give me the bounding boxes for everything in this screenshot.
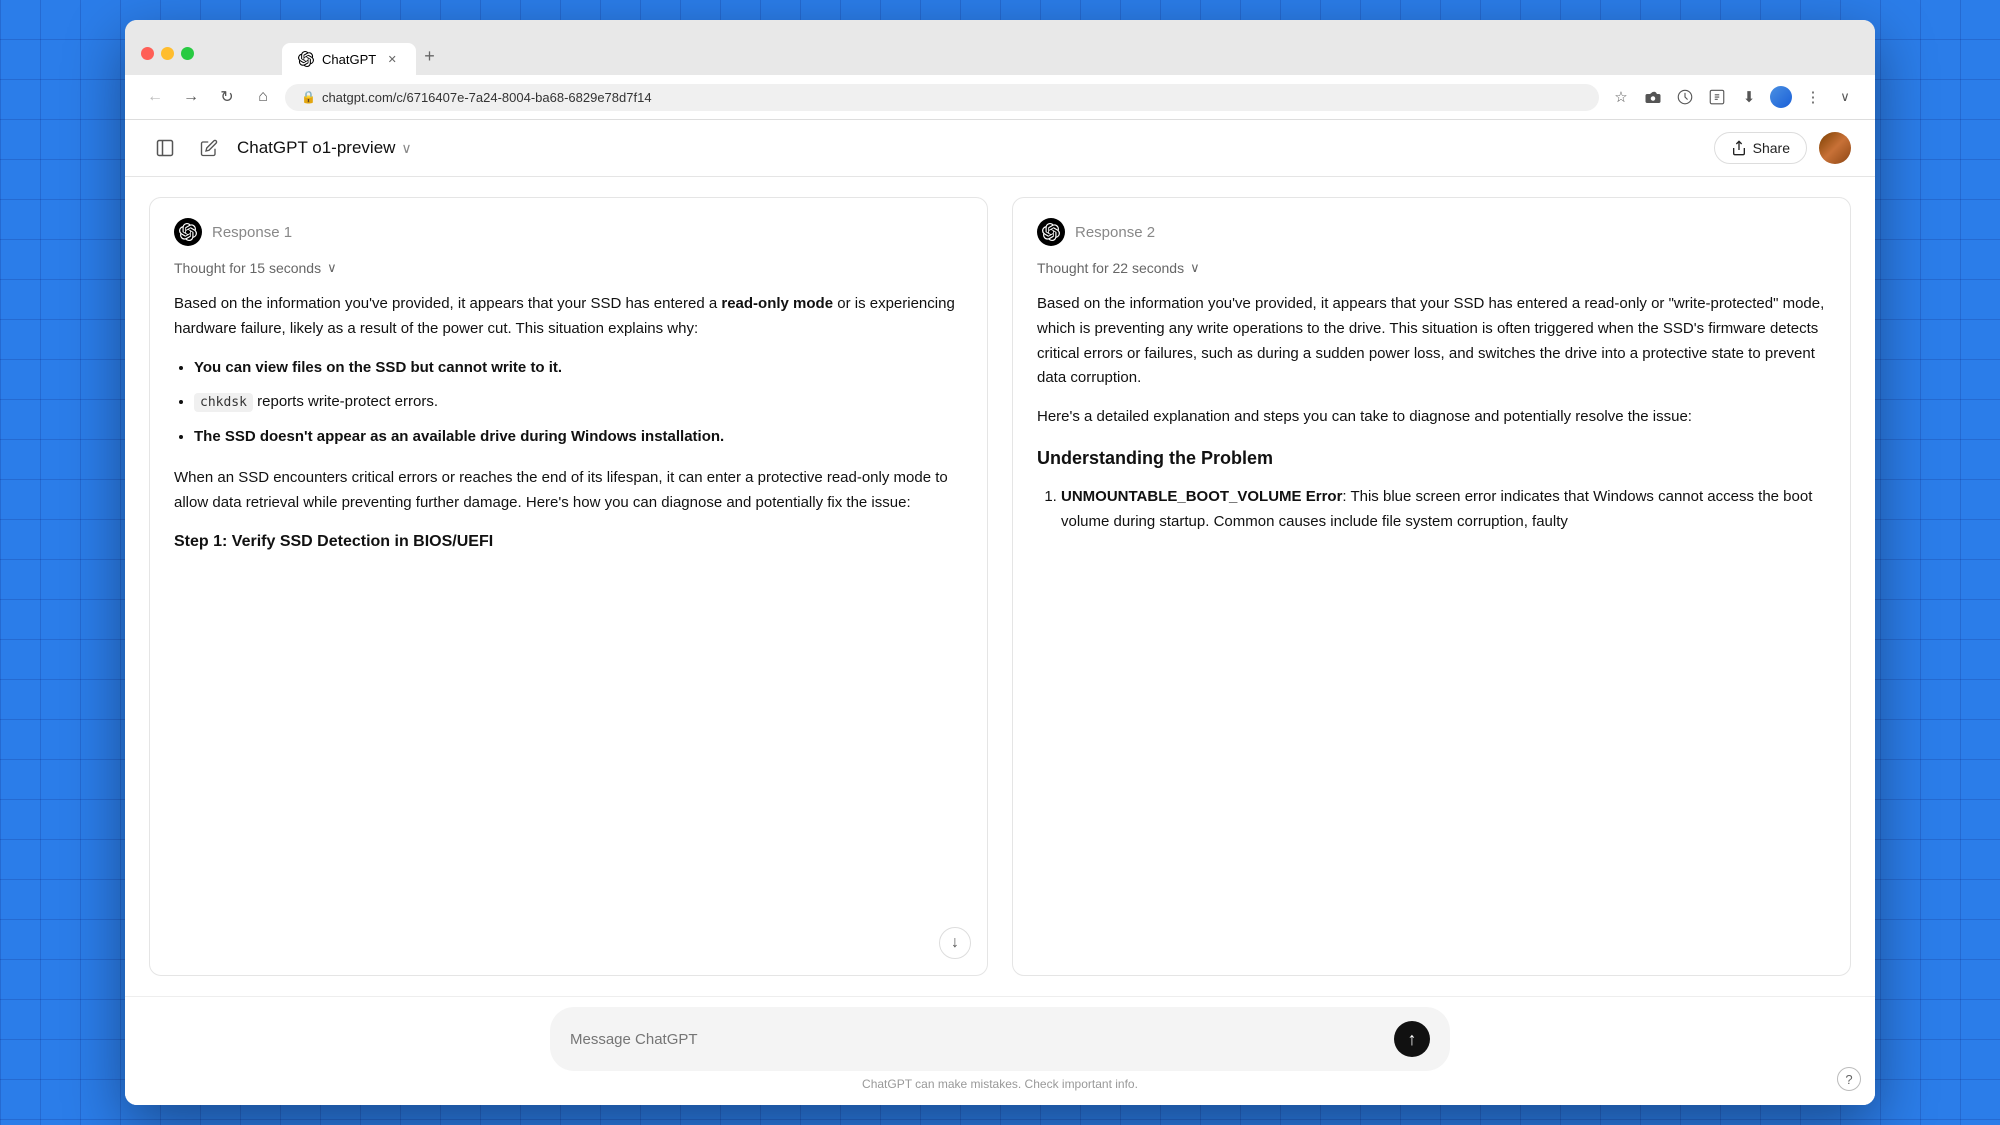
- title-bar: ChatGPT ✕ +: [125, 20, 1875, 75]
- sidebar-toggle-button[interactable]: [149, 132, 181, 164]
- tab-label: ChatGPT: [322, 52, 376, 67]
- minimize-button[interactable]: [161, 47, 174, 60]
- thought-1-chevron-icon: ∨: [327, 260, 337, 276]
- extensions-button[interactable]: [1639, 83, 1667, 111]
- response-1-para2: When an SSD encounters critical errors o…: [174, 466, 963, 516]
- app-title: ChatGPT o1-preview ∨: [237, 138, 412, 158]
- tab-favicon-icon: [298, 51, 314, 67]
- footer-text: ChatGPT can make mistakes. Check importa…: [149, 1071, 1851, 1101]
- main-content: Response 1 Thought for 15 seconds ∨ Base…: [125, 177, 1875, 1105]
- input-area: ↑ ChatGPT can make mistakes. Check impor…: [125, 996, 1875, 1105]
- ordered-item-1: UNMOUNTABLE_BOOT_VOLUME Error: This blue…: [1061, 485, 1826, 535]
- share-label: Share: [1753, 140, 1790, 156]
- step-1-heading: Step 1: Verify SSD Detection in BIOS/UEF…: [174, 529, 963, 555]
- response-2-intro-para: Based on the information you've provided…: [1037, 292, 1826, 391]
- address-bar: ← → ↻ ⌂ 🔒 chatgpt.com/c/6716407e-7a24-80…: [125, 75, 1875, 120]
- dropdown-button[interactable]: ∨: [1831, 83, 1859, 111]
- message-input[interactable]: [570, 1031, 1382, 1048]
- title-chevron-icon: ∨: [401, 140, 411, 157]
- home-button[interactable]: ⌂: [249, 83, 277, 111]
- chatgpt-icon-2: [1037, 218, 1065, 246]
- more-button[interactable]: ⋮: [1799, 83, 1827, 111]
- maximize-button[interactable]: [181, 47, 194, 60]
- browser-chrome: ChatGPT ✕ + ← → ↻ ⌂ 🔒 chatgpt.com/c/6716…: [125, 20, 1875, 120]
- response-1-label: Response 1: [212, 224, 292, 241]
- responses-area: Response 1 Thought for 15 seconds ∨ Base…: [125, 177, 1875, 996]
- share-button[interactable]: Share: [1714, 132, 1807, 164]
- lock-icon: 🔒: [301, 90, 316, 104]
- scroll-down-button[interactable]: ↓: [939, 927, 971, 959]
- bold-text-readonly: read-only mode: [721, 295, 833, 312]
- profile-button[interactable]: [1767, 83, 1795, 111]
- response-2-thought-row[interactable]: Thought for 22 seconds ∨: [1037, 260, 1826, 276]
- url-text: chatgpt.com/c/6716407e-7a24-8004-ba68-68…: [322, 90, 652, 105]
- response-1-bullet-list: You can view files on the SSD but cannot…: [194, 356, 963, 450]
- thought-1-text: Thought for 15 seconds: [174, 260, 321, 276]
- openai-ext-button[interactable]: [1671, 83, 1699, 111]
- response-1-thought-row[interactable]: Thought for 15 seconds ∨: [174, 260, 963, 276]
- tabs-bar: ChatGPT ✕ +: [202, 38, 513, 75]
- url-bar[interactable]: 🔒 chatgpt.com/c/6716407e-7a24-8004-ba68-…: [285, 84, 1599, 111]
- window-controls: [141, 47, 194, 60]
- unmountable-bold: UNMOUNTABLE_BOOT_VOLUME Error: [1061, 488, 1342, 505]
- header-right: Share: [1714, 132, 1851, 164]
- tab-close-button[interactable]: ✕: [384, 51, 400, 67]
- send-button[interactable]: ↑: [1394, 1021, 1430, 1057]
- response-card-1: Response 1 Thought for 15 seconds ∨ Base…: [149, 197, 988, 976]
- understanding-heading: Understanding the Problem: [1037, 444, 1826, 474]
- edit-button[interactable]: [193, 132, 225, 164]
- response-2-header: Response 2: [1037, 218, 1826, 246]
- avatar[interactable]: [1819, 132, 1851, 164]
- response-card-2: Response 2 Thought for 22 seconds ∨ Base…: [1012, 197, 1851, 976]
- close-button[interactable]: [141, 47, 154, 60]
- bookmark-button[interactable]: ☆: [1607, 83, 1635, 111]
- response-2-body: Based on the information you've provided…: [1037, 292, 1826, 551]
- response-1-intro-para: Based on the information you've provided…: [174, 292, 963, 342]
- bullet-item-1: You can view files on the SSD but cannot…: [194, 356, 963, 381]
- response-2-label: Response 2: [1075, 224, 1155, 241]
- chkdsk-code: chkdsk: [194, 393, 253, 412]
- thought-2-text: Thought for 22 seconds: [1037, 260, 1184, 276]
- forward-button[interactable]: →: [177, 83, 205, 111]
- bullet-item-3: The SSD doesn't appear as an available d…: [194, 425, 963, 450]
- chatgpt-icon-1: [174, 218, 202, 246]
- browser-actions: ☆ ⬇ ⋮ ∨: [1607, 83, 1859, 111]
- app-header: ChatGPT o1-preview ∨ Share: [125, 120, 1875, 177]
- bullet-1-bold: You can view files on the SSD but cannot…: [194, 359, 562, 376]
- app-title-text: ChatGPT o1-preview: [237, 138, 395, 158]
- download-button[interactable]: ⬇: [1735, 83, 1763, 111]
- response-1-body: Based on the information you've provided…: [174, 292, 963, 556]
- bullet-2-rest: reports write-protect errors.: [257, 393, 438, 410]
- refresh-button[interactable]: ↻: [213, 83, 241, 111]
- header-left: ChatGPT o1-preview ∨: [149, 132, 412, 164]
- share-ext-button[interactable]: [1703, 83, 1731, 111]
- back-button[interactable]: ←: [141, 83, 169, 111]
- response-1-header: Response 1: [174, 218, 963, 246]
- help-button[interactable]: ?: [1837, 1067, 1861, 1091]
- browser-window: ChatGPT ✕ + ← → ↻ ⌂ 🔒 chatgpt.com/c/6716…: [125, 20, 1875, 1105]
- new-tab-button[interactable]: +: [416, 38, 443, 75]
- response-2-para2: Here's a detailed explanation and steps …: [1037, 405, 1826, 430]
- bullet-item-2: chkdsk reports write-protect errors.: [194, 390, 963, 415]
- bullet-3-bold: The SSD doesn't appear as an available d…: [194, 428, 724, 445]
- response-2-ordered-list: UNMOUNTABLE_BOOT_VOLUME Error: This blue…: [1061, 485, 1826, 535]
- active-tab[interactable]: ChatGPT ✕: [282, 43, 416, 75]
- thought-2-chevron-icon: ∨: [1190, 260, 1200, 276]
- message-input-wrapper: ↑: [550, 1007, 1450, 1071]
